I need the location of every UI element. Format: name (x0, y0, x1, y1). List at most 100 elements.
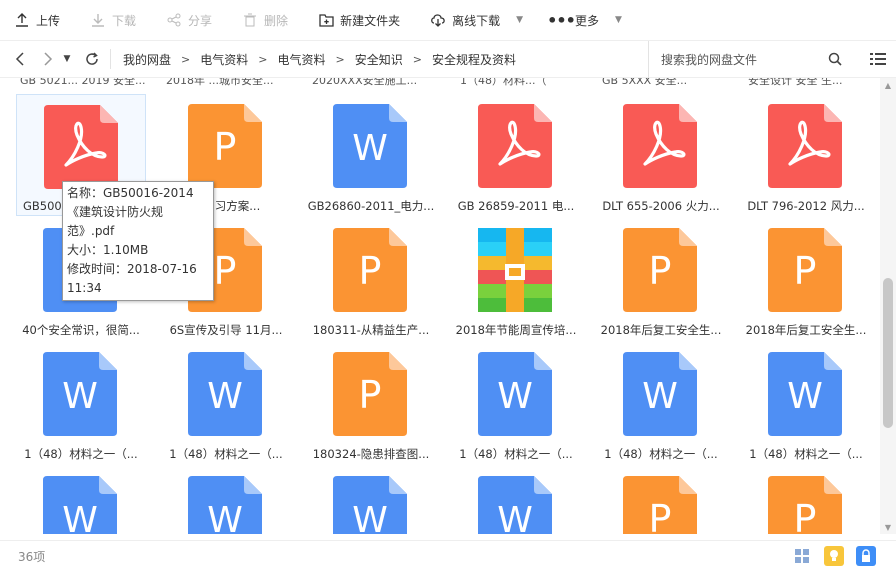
chevron-right-icon: > (335, 52, 345, 66)
more-label: 更多 (575, 13, 600, 28)
file-item[interactable]: W 1（48）材料之一（... (596, 342, 726, 464)
svg-text:W: W (787, 376, 823, 417)
trash-icon (242, 12, 258, 28)
grid-view-icon[interactable] (792, 546, 812, 566)
pdf-file-icon (623, 104, 697, 188)
forward-arrow-icon[interactable] (36, 40, 60, 78)
chevron-down-icon[interactable]: ▼ (615, 15, 622, 25)
vertical-scrollbar[interactable]: ▲ ▼ (880, 78, 896, 534)
tip-bulb-icon[interactable] (824, 546, 844, 566)
file-item[interactable]: W (161, 466, 291, 534)
chevron-down-icon[interactable]: ▼ (516, 15, 523, 25)
svg-text:P: P (794, 497, 817, 534)
lock-icon[interactable] (856, 546, 876, 566)
ppt-file-icon: P (768, 476, 842, 534)
word-file-icon: W (623, 352, 697, 436)
file-name: 1（48）材料之一（... (604, 447, 718, 461)
svg-text:W: W (62, 376, 98, 417)
file-item[interactable]: 2018年节能周宣传培... (451, 218, 581, 340)
file-item[interactable]: P (596, 466, 726, 534)
file-item[interactable]: W 1（48）材料之一（... (16, 342, 146, 464)
svg-text:W: W (497, 376, 533, 417)
breadcrumb-item[interactable]: 我的网盘 (123, 51, 171, 68)
pdf-file-icon (768, 104, 842, 188)
file-item[interactable]: P 2018年后复工安全生... (596, 218, 726, 340)
search-icon[interactable] (828, 52, 842, 69)
svg-text:P: P (359, 373, 382, 417)
new-folder-label: 新建文件夹 (340, 13, 401, 28)
file-item[interactable]: P 180324-隐患排查图... (306, 342, 436, 464)
word-file-icon: W (333, 476, 407, 534)
tooltip-name: 名称：GB50016-2014《建筑设计防火规范》.pdf (67, 186, 194, 238)
pdf-file-icon (478, 104, 552, 188)
file-item[interactable]: W 1（48）材料之一（... (161, 342, 291, 464)
file-name: 6S宣传及引导 11月... (169, 323, 283, 337)
ppt-file-icon: P (623, 476, 697, 534)
file-name: GB26860-2011_电力... (307, 199, 435, 213)
download-button[interactable]: 下载 (90, 0, 136, 40)
file-item[interactable]: GB 26859-2011 电... (451, 94, 581, 216)
partial-file-name: 安全设计 安全 生... (748, 78, 843, 87)
word-file-icon: W (478, 352, 552, 436)
new-folder-button[interactable]: 新建文件夹 (318, 0, 400, 40)
download-icon (90, 12, 106, 28)
file-item[interactable]: P (741, 466, 871, 534)
breadcrumb-item[interactable]: 电气资料 (277, 51, 325, 68)
tooltip-size: 大小：1.10MB (67, 243, 149, 257)
search-input[interactable]: 搜索我的网盘文件 (648, 41, 852, 78)
file-item[interactable]: W (16, 466, 146, 534)
word-file-icon: W (188, 352, 262, 436)
file-item[interactable]: DLT 796-2012 风力... (741, 94, 871, 216)
scroll-down-icon[interactable]: ▼ (880, 520, 896, 534)
file-item[interactable]: DLT 655-2006 火力... (596, 94, 726, 216)
file-tooltip: 名称：GB50016-2014《建筑设计防火规范》.pdf 大小：1.10MB … (62, 181, 214, 301)
svg-text:W: W (352, 500, 388, 534)
file-name: GB 26859-2011 电... (457, 199, 575, 213)
file-name: 2018年后复工安全生... (745, 323, 867, 337)
more-dots-icon: ••• (547, 10, 576, 30)
ppt-file-icon: P (333, 228, 407, 312)
history-dropdown-icon[interactable]: ▼ (60, 40, 74, 78)
cloud-download-icon (430, 12, 446, 28)
file-name: 180324-隐患排查图... (312, 447, 430, 461)
file-item[interactable]: W (306, 466, 436, 534)
file-item[interactable]: W 1（48）材料之一（... (451, 342, 581, 464)
offline-download-button[interactable]: 离线下载 ▼ (430, 0, 523, 40)
scrollbar-thumb[interactable] (883, 278, 893, 428)
status-bar: 36项 (0, 540, 896, 572)
back-arrow-icon[interactable] (8, 40, 32, 78)
share-button[interactable]: 分享 (166, 0, 212, 40)
svg-text:P: P (794, 249, 817, 293)
file-name: 180311-从精益生产... (312, 323, 430, 337)
file-item[interactable]: P 180311-从精益生产... (306, 218, 436, 340)
upload-button[interactable]: 上传 (14, 0, 60, 40)
word-file-icon: W (333, 104, 407, 188)
list-view-icon[interactable] (870, 52, 886, 69)
delete-button[interactable]: 删除 (242, 0, 288, 40)
file-item[interactable]: W 1（48）材料之一（... (741, 342, 871, 464)
divider (110, 49, 111, 69)
file-grid: GB 5021... 2019 安全... 2018年 ...城市安全... 2… (0, 78, 880, 534)
file-item[interactable]: W GB26860-2011_电力... (306, 94, 436, 216)
scroll-up-icon[interactable]: ▲ (880, 78, 896, 92)
svg-text:W: W (642, 376, 678, 417)
new-folder-icon (318, 12, 334, 28)
partial-file-name: GB 5XXX 安全... (602, 78, 688, 87)
file-item[interactable]: P 2018年后复工安全生... (741, 218, 871, 340)
file-name: 40个安全常识，很简... (22, 323, 140, 337)
partial-row: GB 5021... 2019 安全... 2018年 ...城市安全... 2… (0, 78, 880, 88)
file-name: DLT 655-2006 火力... (602, 199, 720, 213)
more-button[interactable]: ••• 更多 ▼ (547, 0, 622, 40)
breadcrumb-item[interactable]: 安全知识 (355, 51, 403, 68)
file-item[interactable]: W (451, 466, 581, 534)
word-file-icon: W (478, 476, 552, 534)
breadcrumb-item[interactable]: 电气资料 (200, 51, 248, 68)
breadcrumb-item[interactable]: 安全规程及资料 (432, 51, 516, 68)
tooltip-modified: 修改时间：2018-07-16 11:34 (67, 262, 197, 295)
chevron-right-icon: > (412, 52, 422, 66)
search-placeholder: 搜索我的网盘文件 (661, 53, 758, 67)
partial-file-name: 2018年 ...城市安全... (166, 78, 274, 87)
svg-text:P: P (214, 249, 237, 293)
refresh-icon[interactable] (80, 40, 104, 78)
svg-text:W: W (62, 500, 98, 534)
